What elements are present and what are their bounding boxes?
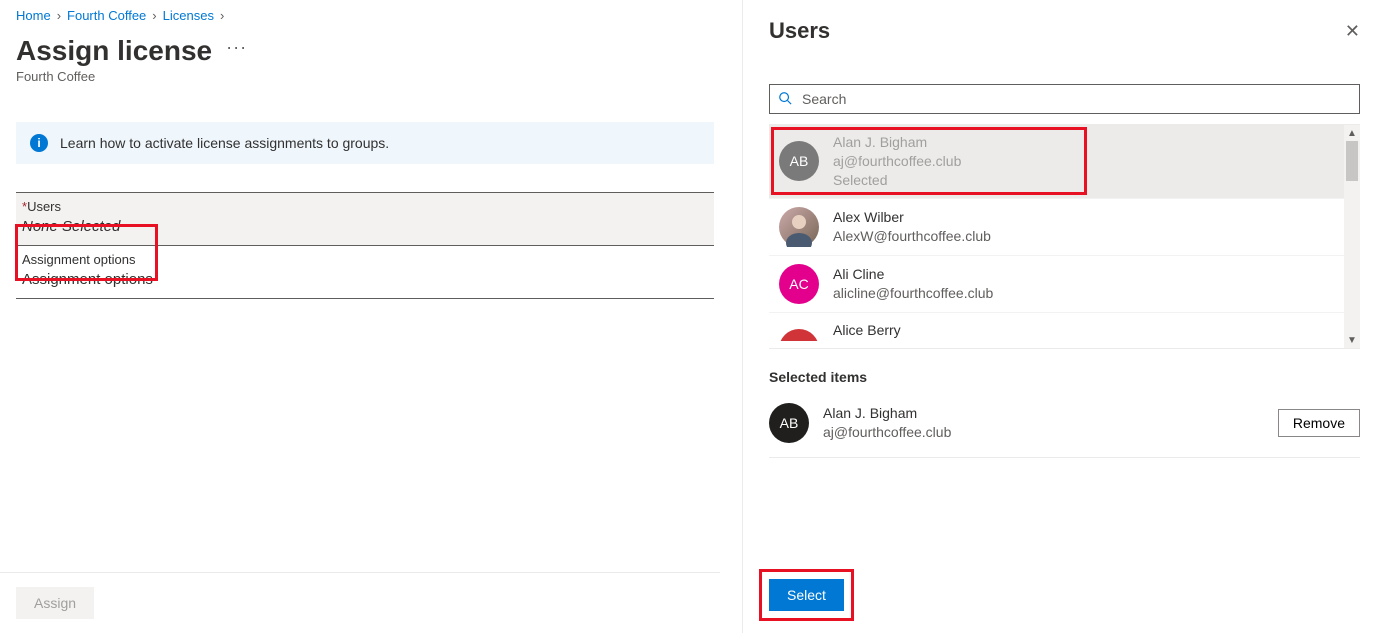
search-icon (778, 91, 792, 107)
chevron-right-icon: › (220, 8, 224, 23)
scroll-up-icon[interactable]: ▲ (1344, 125, 1360, 141)
scroll-down-icon[interactable]: ▼ (1344, 332, 1360, 348)
main-footer: Assign (0, 572, 720, 633)
selected-item-row: AB Alan J. Bigham aj@fourthcoffee.club R… (769, 395, 1360, 458)
user-email: aj@fourthcoffee.club (823, 423, 1264, 442)
close-icon[interactable]: ✕ (1345, 21, 1360, 42)
user-row[interactable]: AB Alice Berry (769, 313, 1344, 341)
users-field-label: Users (27, 199, 61, 214)
breadcrumb-licenses[interactable]: Licenses (163, 8, 214, 23)
users-panel: Users ✕ AB Alan J. Bigham aj@fourthcoffe… (742, 0, 1386, 633)
assign-button[interactable]: Assign (16, 587, 94, 619)
user-name: Ali Cline (833, 265, 993, 284)
user-row[interactable]: AB Alan J. Bigham aj@fourthcoffee.club S… (769, 125, 1344, 199)
user-name: Alan J. Bigham (833, 133, 961, 152)
user-name: Alice Berry (833, 321, 901, 340)
more-button[interactable]: ··· (226, 37, 247, 58)
info-banner-text: Learn how to activate license assignment… (60, 135, 389, 151)
user-email: alicline@fourthcoffee.club (833, 284, 993, 303)
assignment-options-section[interactable]: Assignment options Assignment options (16, 246, 714, 299)
avatar: AC (779, 264, 819, 304)
user-name: Alan J. Bigham (823, 404, 1264, 423)
info-banner: i Learn how to activate license assignme… (16, 122, 714, 164)
user-row[interactable]: AC Ali Cline alicline@fourthcoffee.club (769, 256, 1344, 313)
avatar (779, 207, 819, 247)
chevron-right-icon: › (152, 8, 156, 23)
avatar: AB (769, 403, 809, 443)
select-button[interactable]: Select (769, 579, 844, 611)
search-box[interactable] (769, 84, 1360, 114)
info-icon: i (30, 134, 48, 152)
page-title: Assign license (16, 35, 212, 67)
options-field-label: Assignment options (22, 252, 708, 267)
users-field-value: None Selected (22, 218, 708, 235)
options-field-value: Assignment options (22, 271, 708, 288)
avatar: AB (779, 329, 819, 341)
panel-title: Users (769, 18, 830, 44)
search-input[interactable] (800, 90, 1351, 108)
breadcrumb-fourth-coffee[interactable]: Fourth Coffee (67, 8, 146, 23)
breadcrumb-home[interactable]: Home (16, 8, 51, 23)
user-email: aj@fourthcoffee.club (833, 152, 961, 171)
page-subtitle: Fourth Coffee (16, 69, 720, 84)
chevron-right-icon: › (57, 8, 61, 23)
user-status: Selected (833, 171, 961, 190)
selected-items-heading: Selected items (769, 369, 1360, 385)
scroll-thumb[interactable] (1346, 141, 1358, 181)
scrollbar[interactable]: ▲ ▼ (1344, 125, 1360, 348)
user-name: Alex Wilber (833, 208, 991, 227)
users-section[interactable]: *Users None Selected (16, 192, 714, 246)
remove-button[interactable]: Remove (1278, 409, 1360, 437)
user-row[interactable]: Alex Wilber AlexW@fourthcoffee.club (769, 199, 1344, 256)
breadcrumb: Home › Fourth Coffee › Licenses › (16, 8, 720, 23)
user-email: AlexW@fourthcoffee.club (833, 227, 991, 246)
user-list: AB Alan J. Bigham aj@fourthcoffee.club S… (769, 124, 1360, 349)
avatar: AB (779, 141, 819, 181)
